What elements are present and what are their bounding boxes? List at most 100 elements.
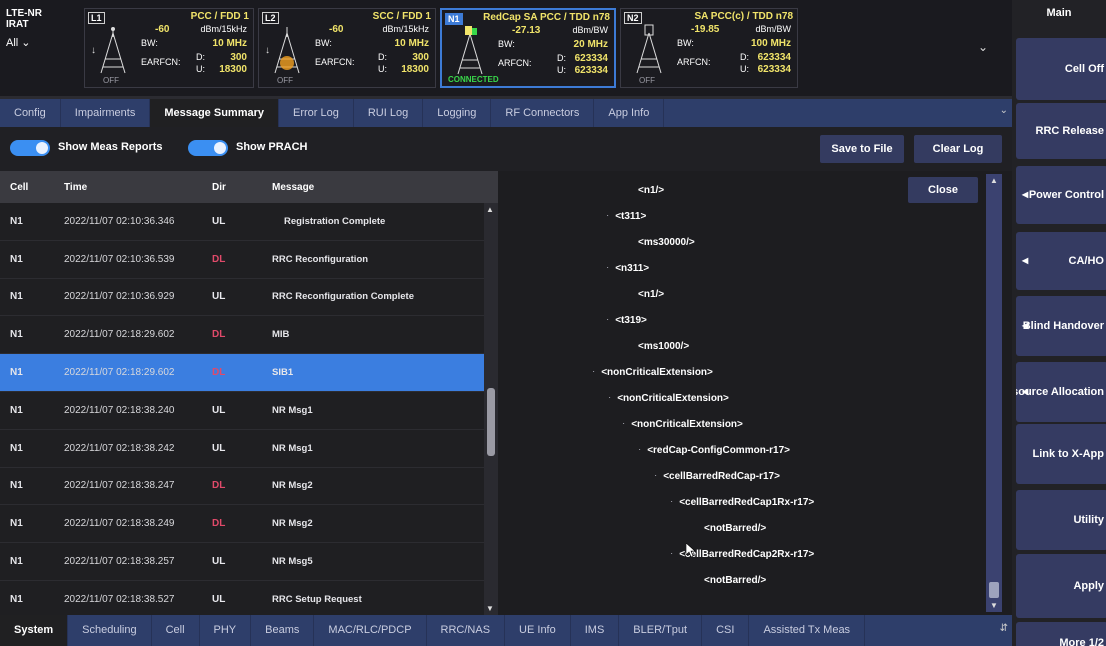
tree-node[interactable]: ⋅ <cellBarredRedCap-r17> — [654, 471, 780, 482]
bottom-tab-system[interactable]: System — [0, 615, 69, 646]
tree-node[interactable]: ⋅ <cellBarredRedCap1Rx-r17> — [670, 497, 814, 508]
bottom-tab-csi[interactable]: CSI — [702, 615, 750, 646]
tab-config[interactable]: Config — [0, 99, 61, 127]
table-scrollbar[interactable]: ▲ ▼ — [484, 203, 498, 615]
table-row[interactable]: N1 2022/11/07 02:18:38.249 DL NR Msg2 — [0, 505, 498, 544]
sidebar-button-blind-handover[interactable]: ◀ Blind Handover — [1016, 296, 1106, 356]
bottom-tab-scheduling[interactable]: Scheduling — [68, 615, 152, 646]
sidebar-button-more-1-2[interactable]: More 1/2 — [1016, 622, 1106, 646]
scroll-tabs-icon[interactable]: ⇵ — [1000, 623, 1008, 634]
scroll-thumb[interactable] — [487, 388, 495, 456]
close-button[interactable]: Close — [908, 177, 978, 203]
bottom-tab-mac-rlc-pdcp[interactable]: MAC/RLC/PDCP — [314, 615, 427, 646]
bottom-tab-beams[interactable]: Beams — [251, 615, 315, 646]
tab-rf-connectors[interactable]: RF Connectors — [491, 99, 595, 127]
table-row[interactable]: N1 2022/11/07 02:18:38.240 UL NR Msg1 — [0, 392, 498, 430]
tab-impairments[interactable]: Impairments — [61, 99, 151, 127]
sidebar-button-link-to-x-app[interactable]: Link to X-App — [1016, 424, 1106, 484]
bottom-tab-phy[interactable]: PHY — [200, 615, 252, 646]
sidebar-button-power-control[interactable]: ◀ Power Control — [1016, 166, 1106, 224]
tab-error-log[interactable]: Error Log — [279, 99, 354, 127]
cell-bandwidth: 10 MHz — [394, 38, 429, 49]
expand-dot-icon[interactable]: ⋅ — [606, 315, 609, 326]
expand-dot-icon[interactable]: ⋅ — [608, 393, 611, 404]
sidebar-button-apply[interactable]: Apply — [1016, 554, 1106, 618]
expand-dot-icon[interactable]: ⋅ — [670, 497, 673, 508]
rat-selector[interactable]: LTE-NR IRAT All ⌄ — [6, 8, 76, 88]
scroll-thumb[interactable] — [989, 582, 999, 598]
expand-dot-icon[interactable]: ⋅ — [638, 445, 641, 456]
chevron-down-icon[interactable]: ⌄ — [1000, 105, 1008, 116]
chevron-down-icon[interactable]: ⌄ — [978, 40, 994, 56]
cell-card-n1[interactable]: N1 RedCap SA PCC / TDD n78 -27.13 dBm/BW… — [440, 8, 616, 88]
bottom-tab-bler-tput[interactable]: BLER/Tput — [619, 615, 703, 646]
cell-cell: N1 — [10, 442, 23, 454]
cell-dir: UL — [212, 291, 226, 303]
expand-dot-icon[interactable]: ⋅ — [622, 419, 625, 430]
scroll-down-icon[interactable]: ▼ — [486, 604, 494, 613]
tab-app-info[interactable]: App Info — [594, 99, 665, 127]
tree-node[interactable]: ⋅ <redCap-ConfigCommon-r17> — [638, 445, 790, 456]
tree-node[interactable]: ⋅ <nonCriticalExtension> — [608, 393, 729, 404]
sidebar-button-utility[interactable]: Utility — [1016, 490, 1106, 550]
tree-node[interactable]: ⋅ <nonCriticalExtension> — [592, 367, 713, 378]
rat-filter[interactable]: All ⌄ — [6, 36, 76, 50]
table-row[interactable]: N1 2022/11/07 02:10:36.929 UL RRC Reconfigu… — [0, 279, 498, 317]
col-time[interactable]: Time — [48, 182, 198, 193]
cell-message: NR Msg1 — [272, 442, 313, 454]
tree-node[interactable]: ⋅ <nonCriticalExtension> — [622, 419, 743, 430]
expand-dot-icon[interactable]: ⋅ — [606, 211, 609, 222]
save-to-file-button[interactable]: Save to File — [820, 135, 904, 163]
bottom-tab-cell[interactable]: Cell — [152, 615, 200, 646]
sidebar-button-rrc-release[interactable]: RRC Release — [1016, 103, 1106, 159]
tab-rui-log[interactable]: RUI Log — [354, 99, 424, 127]
sidebar-button-cell-off[interactable]: Cell Off — [1016, 38, 1106, 100]
cell-cell: N1 — [10, 556, 23, 568]
bottom-tab-rrc-nas[interactable]: RRC/NAS — [427, 615, 506, 646]
bottom-tab-ue-info[interactable]: UE Info — [505, 615, 571, 646]
bottom-tab-ims[interactable]: IMS — [571, 615, 620, 646]
sidebar-button-ca-ho[interactable]: ◀ CA/HO — [1016, 232, 1106, 290]
table-row[interactable]: N1 2022/11/07 02:18:29.602 DL MIB — [0, 316, 498, 355]
scroll-up-icon[interactable]: ▲ — [990, 176, 998, 185]
clear-log-button[interactable]: Clear Log — [914, 135, 1002, 163]
cell-card-n2[interactable]: N2 SA PCC(c) / TDD n78 -19.85 dBm/BW BW:… — [620, 8, 798, 88]
tree-node[interactable]: ⋅ <t319> — [606, 315, 647, 326]
table-row[interactable]: N1 2022/11/07 02:18:38.247 DL NR Msg2 — [0, 468, 498, 506]
tab-message-summary[interactable]: Message Summary — [150, 99, 279, 127]
cell-ul-arfcn: 623334 — [757, 64, 791, 75]
tree-node[interactable]: ⋅ <n311> — [606, 263, 649, 274]
table-row[interactable]: N1 2022/11/07 02:10:36.346 UL Registration … — [0, 203, 498, 241]
scroll-up-icon[interactable]: ▲ — [486, 205, 494, 214]
table-row[interactable]: N1 2022/11/07 02:18:38.242 UL NR Msg1 — [0, 430, 498, 468]
show-prach-toggle[interactable] — [188, 140, 228, 156]
cell-cell: N1 — [10, 253, 23, 265]
tree-node-label: <n1/> — [638, 185, 665, 196]
col-message[interactable]: Message — [256, 182, 498, 193]
cell-dir: DL — [212, 253, 226, 265]
cell-dir: DL — [212, 367, 226, 379]
detail-scrollbar[interactable]: ▲ ▼ — [986, 174, 1002, 612]
sidebar-button-resource-allocation[interactable]: ◀Resource Allocation — [1016, 362, 1106, 422]
cell-card-l1[interactable]: L1 PCC / FDD 1 ↓ -60 dBm/15kHz BW: 10 MH… — [84, 8, 254, 88]
col-cell[interactable]: Cell — [0, 182, 48, 193]
show-meas-reports-toggle[interactable] — [10, 140, 50, 156]
col-dir[interactable]: Dir — [198, 182, 256, 193]
table-row[interactable]: N1 2022/11/07 02:18:29.602 DL SIB1 — [0, 354, 498, 392]
expand-dot-icon[interactable]: ⋅ — [592, 367, 595, 378]
tab-logging[interactable]: Logging — [423, 99, 492, 127]
cell-title: RedCap SA PCC / TDD n78 — [483, 12, 610, 23]
table-row[interactable]: N1 2022/11/07 02:18:38.527 UL RRC Setup Req… — [0, 581, 498, 619]
table-row[interactable]: N1 2022/11/07 02:18:38.257 UL NR Msg5 — [0, 543, 498, 581]
cell-time: 2022/11/07 02:18:38.242 — [64, 442, 175, 454]
table-row[interactable]: N1 2022/11/07 02:10:36.539 DL RRC Reconfigu… — [0, 241, 498, 279]
expand-dot-icon[interactable]: ⋅ — [654, 471, 657, 482]
scroll-down-icon[interactable]: ▼ — [990, 601, 998, 610]
tree-node: <ms1000/> — [638, 341, 689, 352]
expand-dot-icon[interactable]: ⋅ — [670, 549, 673, 560]
tree-node[interactable]: ⋅ <t311> — [606, 211, 646, 222]
cell-card-l2[interactable]: L2 SCC / FDD 1 ↓ -60 dBm/15kHz BW: 10 MH… — [258, 8, 436, 88]
expand-dot-icon[interactable]: ⋅ — [606, 263, 609, 274]
bottom-tab-assisted-tx-meas[interactable]: Assisted Tx Meas — [749, 615, 866, 646]
cell-dir: DL — [212, 518, 226, 530]
